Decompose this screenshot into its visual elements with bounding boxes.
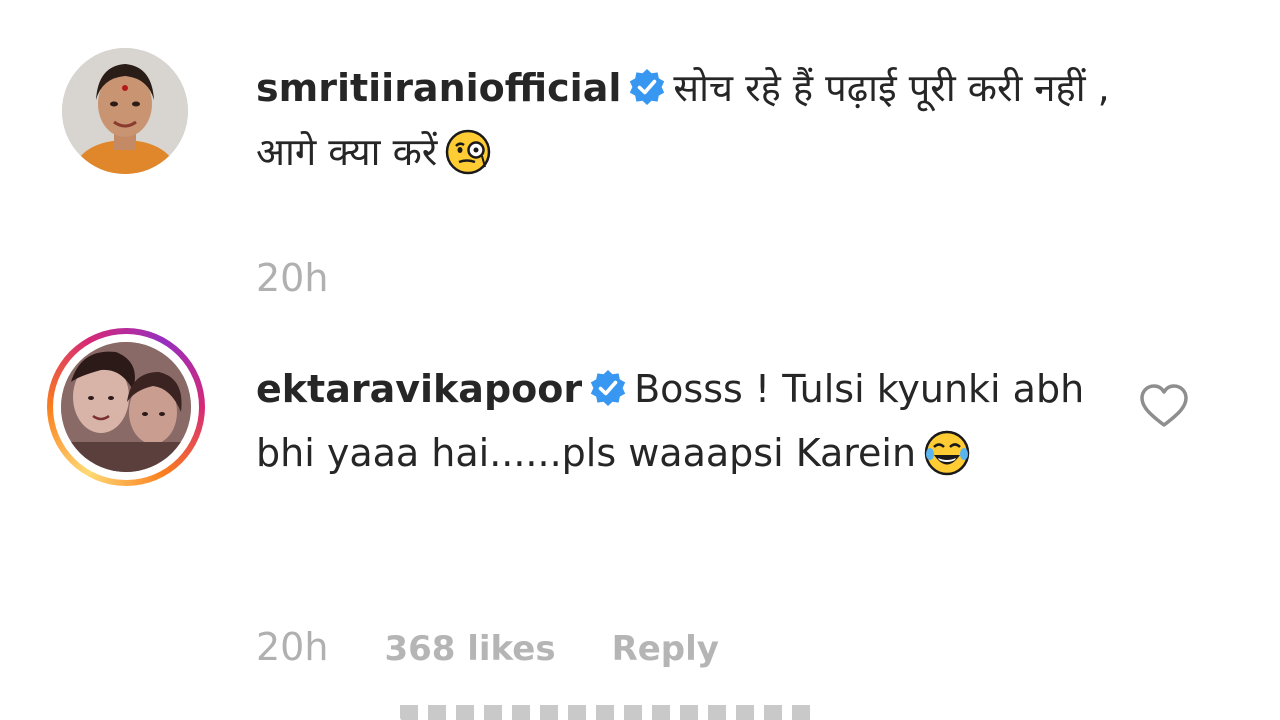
comment-meta: 20h 368 likes Reply	[256, 625, 775, 669]
reply-button[interactable]: Reply	[612, 629, 719, 669]
heart-outline-icon[interactable]	[1138, 381, 1190, 433]
face-with-monocle-icon	[446, 129, 491, 175]
view-replies-link[interactable]	[400, 705, 820, 720]
avatar	[61, 342, 191, 472]
view-replies-text-cut	[400, 705, 820, 720]
comment-item: ektaravikapoor Bosss ! Tulsi kyunki abh b…	[0, 325, 1280, 720]
comment-username[interactable]: smritiiraniofficial	[256, 66, 621, 110]
avatar[interactable]	[62, 48, 188, 174]
avatar-photo	[61, 342, 191, 472]
verified-badge-icon	[630, 69, 665, 105]
comment-body: ektaravikapoor Bosss ! Tulsi kyunki abh b…	[256, 357, 1136, 485]
comment-meta: 20h	[256, 256, 384, 300]
avatar-photo	[62, 48, 188, 174]
like-count[interactable]: 368 likes	[384, 629, 555, 669]
comment-item: smritiiraniofficial सोच रहे हैं पढ़ाई पूर…	[0, 0, 1280, 330]
verified-badge-icon	[590, 370, 626, 406]
comment-time[interactable]: 20h	[256, 256, 328, 300]
avatar-ring-gap	[53, 334, 199, 480]
comments-panel: smritiiraniofficial सोच रहे हैं पढ़ाई पूर…	[0, 0, 1280, 720]
comment-username[interactable]: ektaravikapoor	[256, 367, 582, 411]
avatar-story-ring[interactable]	[47, 328, 205, 486]
comment-body: smritiiraniofficial सोच रहे हैं पढ़ाई पूर…	[256, 56, 1136, 184]
face-with-tears-of-joy-icon	[924, 430, 970, 476]
comment-time[interactable]: 20h	[256, 625, 328, 669]
